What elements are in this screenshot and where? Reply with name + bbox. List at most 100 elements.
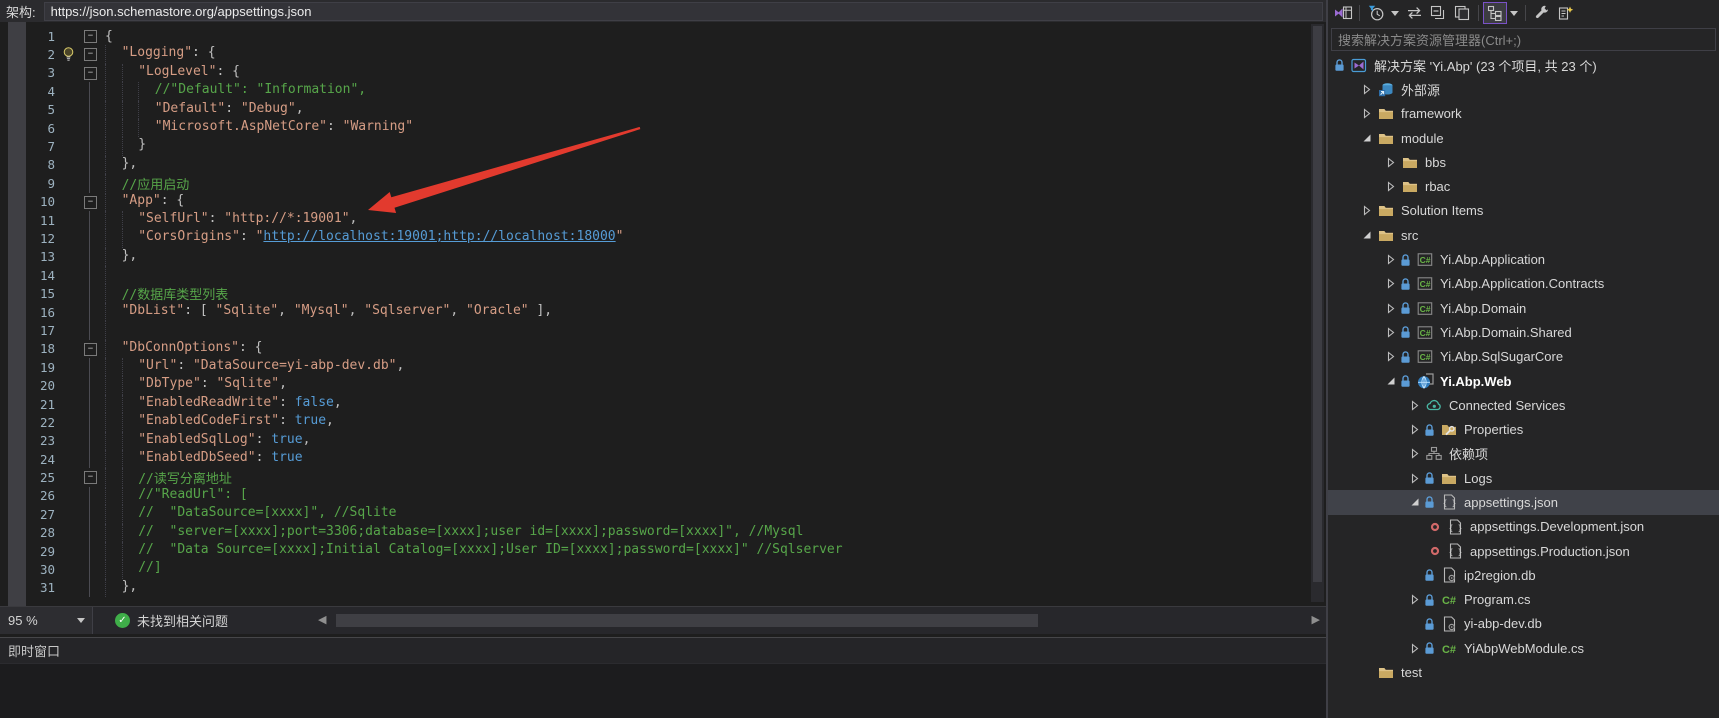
code-line-14[interactable]: 14 xyxy=(0,266,1326,284)
switch-views-icon[interactable] xyxy=(1331,2,1355,24)
code-text[interactable]: { xyxy=(97,29,113,44)
code-text[interactable]: "SelfUrl": "http://*:19001", xyxy=(97,211,357,229)
expander-collapsed-icon[interactable] xyxy=(1358,205,1376,216)
tree-item-bbs[interactable]: bbs xyxy=(1328,150,1719,174)
code-text[interactable]: "Microsoft.AspNetCore": "Warning" xyxy=(97,119,413,137)
code-line-11[interactable]: 11"SelfUrl": "http://*:19001", xyxy=(0,211,1326,229)
tree-item-yi-abp-web[interactable]: Yi.Abp.Web xyxy=(1328,369,1719,393)
tree-item-yi-abp-domain-shared[interactable]: C#Yi.Abp.Domain.Shared xyxy=(1328,320,1719,344)
code-text[interactable]: "LogLevel": { xyxy=(97,64,240,82)
collapse-all-icon[interactable] xyxy=(1426,2,1450,24)
code-line-16[interactable]: 16"DbList": [ "Sqlite", "Mysql", "Sqlser… xyxy=(0,303,1326,321)
fold-collapse-icon[interactable] xyxy=(83,45,97,63)
code-text[interactable]: "EnabledCodeFirst": true, xyxy=(97,413,334,431)
expander-collapsed-icon[interactable] xyxy=(1406,448,1424,459)
code-text[interactable]: } xyxy=(97,137,146,155)
expander-collapsed-icon[interactable] xyxy=(1406,594,1424,605)
tree-item-src[interactable]: src xyxy=(1328,223,1719,247)
code-text[interactable]: "Logging": { xyxy=(97,45,216,63)
expander-expanded-icon[interactable] xyxy=(1406,497,1424,507)
code-text[interactable]: "App": { xyxy=(97,193,184,211)
code-line-22[interactable]: 22"EnabledCodeFirst": true, xyxy=(0,413,1326,431)
expander-collapsed-icon[interactable] xyxy=(1406,643,1424,654)
expander-expanded-icon[interactable] xyxy=(1358,133,1376,143)
immediate-window-header[interactable]: 即时窗口 xyxy=(0,638,1326,664)
fold-collapse-icon[interactable] xyxy=(83,64,97,82)
document-health-indicator[interactable]: ✓ 未找到相关问题 xyxy=(115,611,228,630)
code-line-5[interactable]: 5"Default": "Debug", xyxy=(0,101,1326,119)
code-text[interactable]: // "DataSource=[xxxx]", //Sqlite xyxy=(97,505,396,523)
tree-item-module[interactable]: module xyxy=(1328,126,1719,150)
code-text[interactable] xyxy=(97,321,122,339)
code-text[interactable]: "DbConnOptions": { xyxy=(97,340,262,358)
scroll-left-icon[interactable]: ◀ xyxy=(318,611,326,630)
preview-selected-items-icon[interactable] xyxy=(1554,2,1578,24)
code-line-24[interactable]: 24"EnabledDbSeed": true xyxy=(0,450,1326,468)
code-line-17[interactable]: 17 xyxy=(0,321,1326,339)
chevron-down-icon[interactable] xyxy=(1507,11,1521,16)
editor-horizontal-scrollbar[interactable]: ◀ ▶ xyxy=(318,611,1320,630)
lightbulb-icon[interactable] xyxy=(61,46,76,62)
code-link[interactable]: http://localhost:19001;http://localhost:… xyxy=(263,229,615,244)
pending-changes-filter-icon[interactable] xyxy=(1364,2,1388,24)
expander-collapsed-icon[interactable] xyxy=(1382,181,1400,192)
expander-collapsed-icon[interactable] xyxy=(1406,473,1424,484)
code-text[interactable]: "DbList": [ "Sqlite", "Mysql", "Sqlserve… xyxy=(97,303,552,321)
tree-item-appsettings-production-json[interactable]: { }appsettings.Production.json xyxy=(1328,539,1719,563)
show-all-files-icon[interactable] xyxy=(1450,2,1474,24)
code-line-21[interactable]: 21"EnabledReadWrite": false, xyxy=(0,395,1326,413)
solution-explorer-search-input[interactable]: 搜索解决方案资源管理器(Ctrl+;) xyxy=(1331,28,1716,51)
vertical-scrollbar-thumb[interactable] xyxy=(1313,26,1322,582)
code-text[interactable]: "CorsOrigins": "http://localhost:19001;h… xyxy=(97,229,623,247)
expander-collapsed-icon[interactable] xyxy=(1382,278,1400,289)
scroll-right-icon[interactable]: ▶ xyxy=(1312,611,1320,630)
code-text[interactable]: "Default": "Debug", xyxy=(97,101,304,119)
code-text[interactable]: //读写分离地址 xyxy=(97,468,232,487)
editor-vertical-scrollbar[interactable] xyxy=(1311,24,1324,602)
code-line-18[interactable]: 18"DbConnOptions": { xyxy=(0,340,1326,358)
file-nesting-icon[interactable] xyxy=(1483,2,1507,24)
tree-item-yi-abp-dev-db[interactable]: yi-abp-dev.db xyxy=(1328,612,1719,636)
code-line-9[interactable]: 9//应用启动 xyxy=(0,174,1326,192)
zoom-select[interactable]: 95 % xyxy=(0,607,93,634)
code-line-10[interactable]: 10"App": { xyxy=(0,193,1326,211)
code-line-4[interactable]: 4//"Default": "Information", xyxy=(0,82,1326,100)
code-line-2[interactable]: 2"Logging": { xyxy=(0,45,1326,63)
code-line-12[interactable]: 12"CorsOrigins": "http://localhost:19001… xyxy=(0,229,1326,247)
tree-item-appsettings-json[interactable]: { }appsettings.json xyxy=(1328,490,1719,514)
tree-item-yi-abp-domain[interactable]: C#Yi.Abp.Domain xyxy=(1328,296,1719,320)
sync-with-active-document-icon[interactable] xyxy=(1402,2,1426,24)
tree-item-solution-items[interactable]: Solution Items xyxy=(1328,199,1719,223)
fold-collapse-icon[interactable] xyxy=(83,340,97,358)
tree-item-properties[interactable]: Properties xyxy=(1328,417,1719,441)
code-line-26[interactable]: 26//"ReadUrl": [ xyxy=(0,487,1326,505)
fold-collapse-icon[interactable] xyxy=(83,193,97,211)
code-line-27[interactable]: 27// "DataSource=[xxxx]", //Sqlite xyxy=(0,505,1326,523)
tree-item-logs[interactable]: Logs xyxy=(1328,466,1719,490)
expander-expanded-icon[interactable] xyxy=(1358,230,1376,240)
tree-item-program-cs[interactable]: C#Program.cs xyxy=(1328,588,1719,612)
code-lines[interactable]: 1{2"Logging": {3"LogLevel": {4//"Default… xyxy=(0,27,1326,597)
code-text[interactable]: // "server=[xxxx];port=3306;database=[xx… xyxy=(97,524,803,542)
tree-item-dependencies[interactable]: 依赖项 xyxy=(1328,442,1719,466)
code-line-30[interactable]: 30//] xyxy=(0,560,1326,578)
expander-collapsed-icon[interactable] xyxy=(1358,108,1376,119)
code-line-31[interactable]: 31}, xyxy=(0,579,1326,597)
expander-collapsed-icon[interactable] xyxy=(1382,327,1400,338)
tree-item-yi-abp-sqlsugarcore[interactable]: C#Yi.Abp.SqlSugarCore xyxy=(1328,345,1719,369)
code-text[interactable]: //"ReadUrl": [ xyxy=(97,487,248,505)
code-line-29[interactable]: 29// "Data Source=[xxxx];Initial Catalog… xyxy=(0,542,1326,560)
tree-item-solution[interactable]: 解决方案 'Yi.Abp' (23 个项目, 共 23 个) xyxy=(1328,53,1719,77)
code-line-23[interactable]: 23"EnabledSqlLog": true, xyxy=(0,432,1326,450)
expander-collapsed-icon[interactable] xyxy=(1382,254,1400,265)
tree-item-connected-services[interactable]: Connected Services xyxy=(1328,393,1719,417)
expander-collapsed-icon[interactable] xyxy=(1406,400,1424,411)
code-line-19[interactable]: 19"Url": "DataSource=yi-abp-dev.db", xyxy=(0,358,1326,376)
code-line-28[interactable]: 28// "server=[xxxx];port=3306;database=[… xyxy=(0,524,1326,542)
code-text[interactable]: "EnabledReadWrite": false, xyxy=(97,395,342,413)
chevron-down-icon[interactable] xyxy=(1388,11,1402,16)
code-line-7[interactable]: 7} xyxy=(0,137,1326,155)
code-line-6[interactable]: 6"Microsoft.AspNetCore": "Warning" xyxy=(0,119,1326,137)
code-line-13[interactable]: 13}, xyxy=(0,248,1326,266)
tree-item-yi-abp-application-contracts[interactable]: C#Yi.Abp.Application.Contracts xyxy=(1328,272,1719,296)
